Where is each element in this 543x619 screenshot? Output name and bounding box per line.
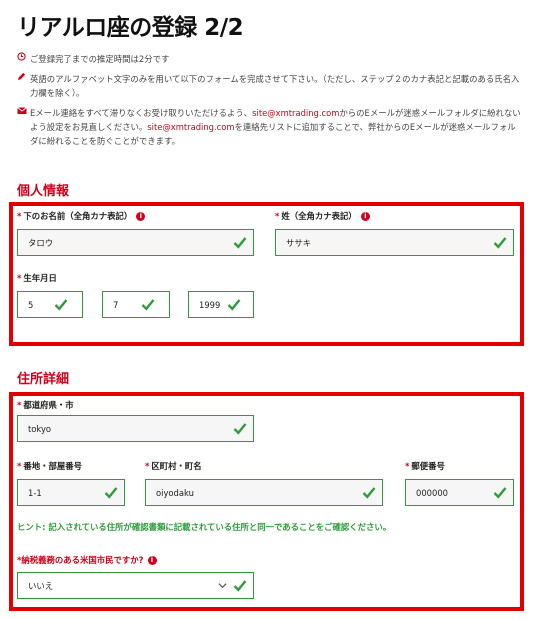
personal-section-title: 個人情報 xyxy=(17,184,70,199)
check-icon xyxy=(493,487,507,499)
check-icon xyxy=(227,299,241,311)
dob-day-select[interactable]: 5 xyxy=(17,291,83,318)
page-title: リアルロ座の登録 2/2 xyxy=(17,15,244,41)
check-icon xyxy=(141,299,155,311)
note-time-text: ご登録完了までの推定時間は2分です xyxy=(30,54,170,64)
dob-month-select[interactable]: 7 xyxy=(102,291,170,318)
check-icon xyxy=(493,237,507,249)
check-icon xyxy=(362,487,376,499)
street-label: * 番地・部屋番号 xyxy=(17,461,83,471)
personal-highlight-box xyxy=(9,202,524,346)
check-icon xyxy=(54,299,68,311)
district-label: * 区町村・町名 xyxy=(145,461,202,471)
street-field[interactable]: 1-1 xyxy=(17,479,125,506)
dob-year-select[interactable]: 1999 xyxy=(188,291,254,318)
mail-icon xyxy=(17,106,30,120)
note-alphabet: 英語のアルファベット文字のみを用いて以下のフォームを完成させて下さい。（ただし、… xyxy=(17,72,522,100)
note-time: ご登録完了までの推定時間は2分です xyxy=(17,52,522,66)
note-email-text: Eメール連絡をすべて滞りなくお受け取りいただけるよう、site@xmtradin… xyxy=(30,106,522,148)
postal-label: * 郵便番号 xyxy=(405,461,445,471)
last-name-field[interactable]: ササキ xyxy=(275,229,514,256)
prefecture-field[interactable]: tokyo xyxy=(17,415,254,442)
email-link-2[interactable]: site@xmtrading.com xyxy=(147,122,234,132)
postal-field[interactable]: 000000 xyxy=(405,479,514,506)
district-field[interactable]: oiyodaku xyxy=(145,479,383,506)
clock-icon xyxy=(17,52,30,66)
check-icon xyxy=(233,580,247,592)
info-icon[interactable]: i xyxy=(360,211,370,221)
address-hint: ヒント: 記入されている住所が確認書類に記載されている住所と同一であることをご確… xyxy=(17,522,392,532)
first-name-field[interactable]: タロウ xyxy=(17,229,254,256)
check-icon xyxy=(233,423,247,435)
prefecture-label: * 都道府県・市 xyxy=(17,400,74,410)
check-icon xyxy=(104,487,118,499)
address-section-title: 住所詳細 xyxy=(17,372,70,387)
check-icon xyxy=(233,237,247,249)
chevron-down-icon xyxy=(218,583,227,589)
first-name-label: * 下のお名前（全角カナ表記） i xyxy=(17,210,146,222)
last-name-label: * 姓（全角カナ表記） i xyxy=(275,210,370,222)
note-alphabet-text: 英語のアルファベット文字のみを用いて以下のフォームを完成させて下さい。（ただし、… xyxy=(30,74,520,98)
note-email: Eメール連絡をすべて滞りなくお受け取りいただけるよう、site@xmtradin… xyxy=(17,106,522,148)
pencil-icon xyxy=(17,72,30,86)
dob-label: * 生年月日 xyxy=(17,273,57,283)
info-icon[interactable]: i xyxy=(136,211,146,221)
info-icon[interactable]: i xyxy=(147,555,157,565)
email-link-1[interactable]: site@xmtrading.com xyxy=(252,108,339,118)
tax-question-label: *納税義務のある米国市民ですか? i xyxy=(17,554,157,566)
us-tax-select[interactable]: いいえ xyxy=(17,572,254,599)
note-email-part-a: Eメール連絡をすべて滞りなくお受け取りいただけるよう、 xyxy=(30,108,253,118)
notes: ご登録完了までの推定時間は2分です 英語のアルファベット文字のみを用いて以下のフ… xyxy=(17,52,522,154)
